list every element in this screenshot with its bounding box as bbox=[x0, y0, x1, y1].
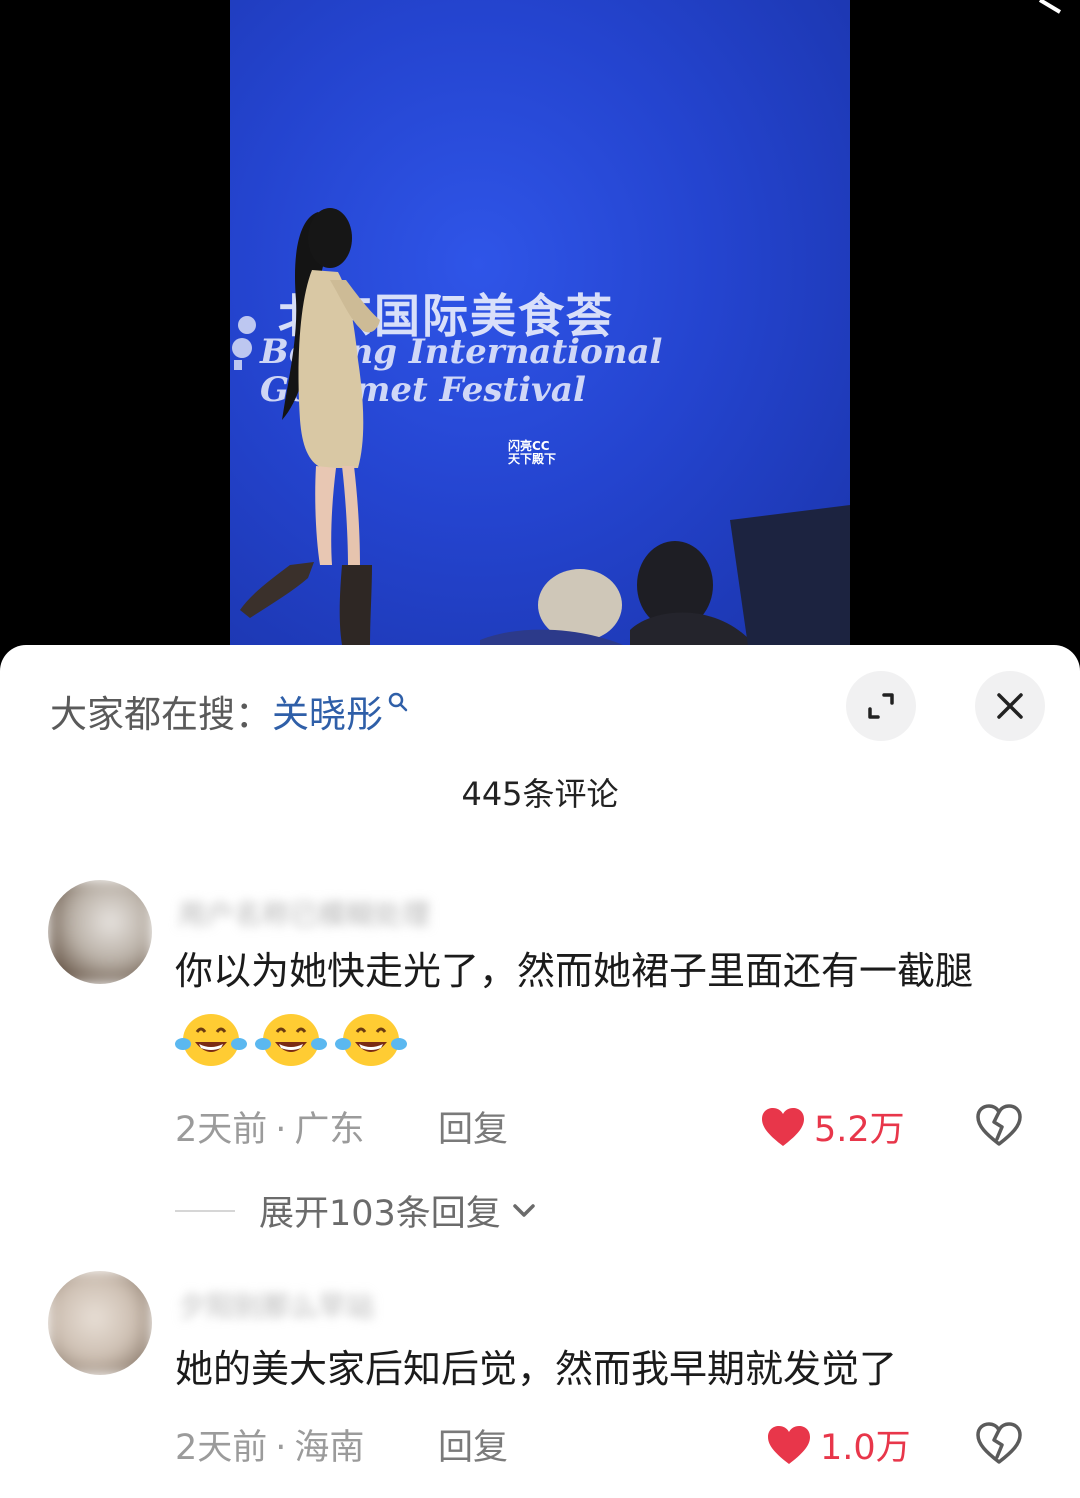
avatar[interactable] bbox=[48, 880, 152, 984]
trending-search-term[interactable]: 关晓彤 bbox=[272, 684, 383, 738]
expand-icon bbox=[868, 693, 894, 719]
chevron-down-icon bbox=[513, 1203, 535, 1217]
comment-meta: 2天前 · 海南 bbox=[175, 1428, 365, 1468]
comment-meta: 2天前 · 广东 bbox=[175, 1110, 365, 1150]
audience-silhouettes bbox=[480, 505, 850, 660]
expand-button[interactable] bbox=[846, 671, 916, 741]
expand-replies-button[interactable]: 展开103条回复 bbox=[175, 1185, 539, 1236]
comment-time: 2天前 bbox=[175, 1110, 268, 1150]
laugh-cry-emoji-icon bbox=[175, 1014, 247, 1066]
comment-location: 广东 bbox=[294, 1110, 365, 1150]
laugh-cry-emoji-icon bbox=[335, 1014, 407, 1066]
close-icon bbox=[997, 693, 1023, 719]
video-player[interactable]: 北京国际美食荟 Beijing International Gourmet Fe… bbox=[0, 0, 1080, 660]
video-watermark: 闪亮CC 天下殿下 bbox=[508, 439, 557, 466]
reply-button[interactable]: 回复 bbox=[438, 1419, 508, 1470]
trending-search[interactable]: 大家都在搜： 关晓彤 bbox=[50, 683, 409, 739]
corner-arrow-icon bbox=[1038, 0, 1062, 14]
like-count: 1.0万 bbox=[820, 1428, 911, 1468]
trending-search-prefix: 大家都在搜： bbox=[50, 693, 272, 736]
expand-replies-label: 展开103条回复 bbox=[259, 1194, 501, 1234]
divider bbox=[175, 1209, 235, 1212]
laugh-cry-emoji-icon bbox=[255, 1014, 327, 1066]
avatar[interactable] bbox=[48, 1271, 152, 1375]
heart-icon bbox=[768, 1425, 810, 1464]
video-frame: 北京国际美食荟 Beijing International Gourmet Fe… bbox=[230, 0, 850, 660]
like-button[interactable]: 5.2万 bbox=[760, 1101, 905, 1152]
comment-username[interactable]: 夕阳别那么早站 bbox=[178, 1285, 374, 1323]
comment-count: 445条评论 bbox=[461, 775, 619, 813]
heart-icon bbox=[762, 1107, 804, 1146]
comment-location: 海南 bbox=[294, 1428, 365, 1468]
comment-text: 她的美大家后知后觉，然而我早期就发觉了 bbox=[175, 1347, 898, 1391]
like-count: 5.2万 bbox=[814, 1110, 905, 1150]
like-button[interactable]: 1.0万 bbox=[766, 1419, 911, 1470]
reply-button[interactable]: 回复 bbox=[438, 1101, 508, 1152]
search-icon bbox=[388, 692, 408, 712]
comment-text: 你以为她快走光了，然而她裙子里面还有一截腿 bbox=[175, 935, 1015, 1079]
close-button[interactable] bbox=[975, 671, 1045, 741]
broken-heart-icon[interactable] bbox=[975, 1103, 1023, 1147]
comment-sheet: 大家都在搜： 关晓彤 445条评论 用户名称已模糊处理 你以为她快走光了，然而她… bbox=[0, 645, 1080, 1498]
comment-username[interactable]: 用户名称已模糊处理 bbox=[178, 893, 430, 931]
broken-heart-icon[interactable] bbox=[975, 1421, 1023, 1465]
comment-time: 2天前 bbox=[175, 1428, 268, 1468]
